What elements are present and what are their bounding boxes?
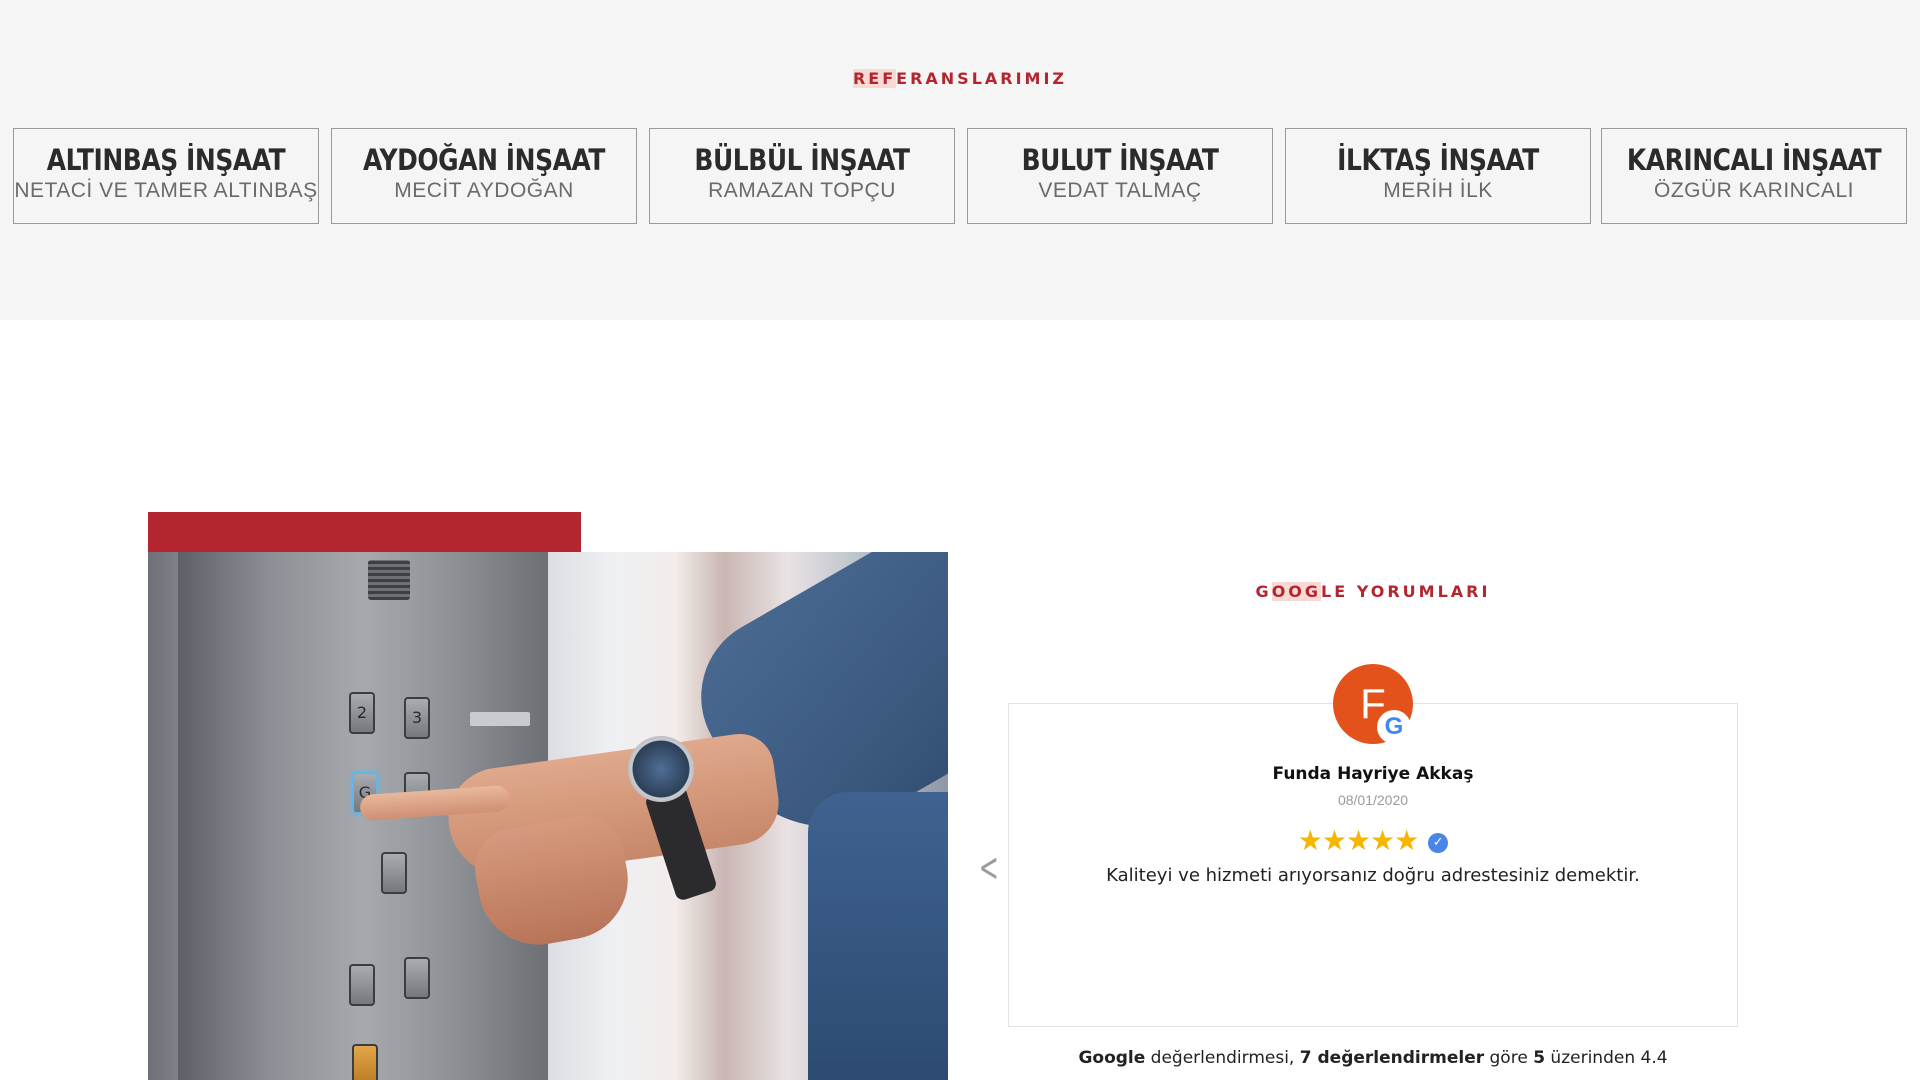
star-rating-icon: ★★★★★ [1297,824,1420,857]
summary-part2: göre [1484,1048,1534,1068]
chevron-left-icon[interactable]: < [979,845,999,891]
summary-source: Google [1078,1048,1146,1068]
reference-card[interactable]: AYDOĞAN İNŞAAT MECİT AYDOĞAN [331,128,637,224]
summary-part1: değerlendirmesi, [1145,1048,1300,1068]
reference-company: AYDOĞAN İNŞAAT [363,143,605,177]
reference-company: KARINCALI İNŞAAT [1626,143,1882,177]
elevator-button [349,964,375,1006]
google-reviews-title: GOOGLE YORUMLARI [980,582,1766,601]
verified-icon: ✓ [1428,833,1449,853]
google-icon: G [1377,710,1411,744]
summary-part3: üzerinden 4.4 [1545,1048,1668,1068]
reference-company: ALTINBAŞ İNŞAAT [46,143,286,177]
elevator-button [381,852,407,894]
elevator-button [404,957,430,999]
reference-company: BULUT İNŞAAT [1021,143,1219,177]
review-date: 08/01/2020 [1337,792,1409,808]
title-rest: ERANSLARIMIZ [896,69,1068,88]
reference-card[interactable]: ALTINBAŞ İNŞAAT NETACİ VE TAMER ALTINBAŞ [13,128,319,224]
reference-company: İLKTAŞ İNŞAAT [1337,143,1539,177]
reference-person: MECİT AYDOĞAN [394,179,574,202]
elevator-button [352,1044,378,1080]
elevator-photo: 2 3 G [148,552,948,1080]
references-title: REFERANSLARIMIZ [0,69,1920,88]
reviewer-name: Funda Hayriye Akkaş [1272,764,1474,784]
reference-card[interactable]: KARINCALI İNŞAAT ÖZGÜR KARINCALI [1601,128,1907,224]
title-prefix: G [1255,582,1272,601]
elevator-button: 2 [349,692,375,734]
references-section: REFERANSLARIMIZ ‹ › ALTINBAŞ İNŞAAT NETA… [0,0,1920,320]
title-rest: LE YORUMLARI [1321,582,1491,601]
review-stars: ★★★★★ ✓ [1008,824,1738,857]
reference-person: RAMAZAN TOPÇU [708,179,896,202]
summary-max: 5 [1533,1048,1546,1068]
panel-label [470,712,530,726]
summary-count: 7 değerlendirmeler [1299,1048,1485,1068]
reference-person: VEDAT TALMAÇ [1038,179,1202,202]
review-text: Kaliteyi ve hizmeti arıyorsanız doğru ad… [1106,865,1640,886]
title-highlight: OOG [1271,582,1322,601]
arm-sleeve [808,792,948,1080]
reference-card[interactable]: BULUT İNŞAAT VEDAT TALMAÇ [967,128,1273,224]
reference-card[interactable]: BÜLBÜL İNŞAAT RAMAZAN TOPÇU [649,128,955,224]
title-highlight: REF [852,69,897,88]
rating-summary: Google değerlendirmesi, 7 değerlendirmel… [980,1048,1766,1068]
reference-person: NETACİ VE TAMER ALTINBAŞ [14,179,318,202]
references-carousel: ALTINBAŞ İNŞAAT NETACİ VE TAMER ALTINBAŞ… [13,128,1907,224]
reference-company: BÜLBÜL İNŞAAT [694,143,910,177]
reference-card[interactable]: İLKTAŞ İNŞAAT MERİH İLK [1285,128,1591,224]
elevator-button: 3 [404,697,430,739]
reference-person: MERİH İLK [1383,179,1493,202]
accent-bar [148,512,581,553]
watch-icon [628,736,694,802]
speaker-grille [368,560,410,600]
reference-person: ÖZGÜR KARINCALI [1653,179,1855,202]
